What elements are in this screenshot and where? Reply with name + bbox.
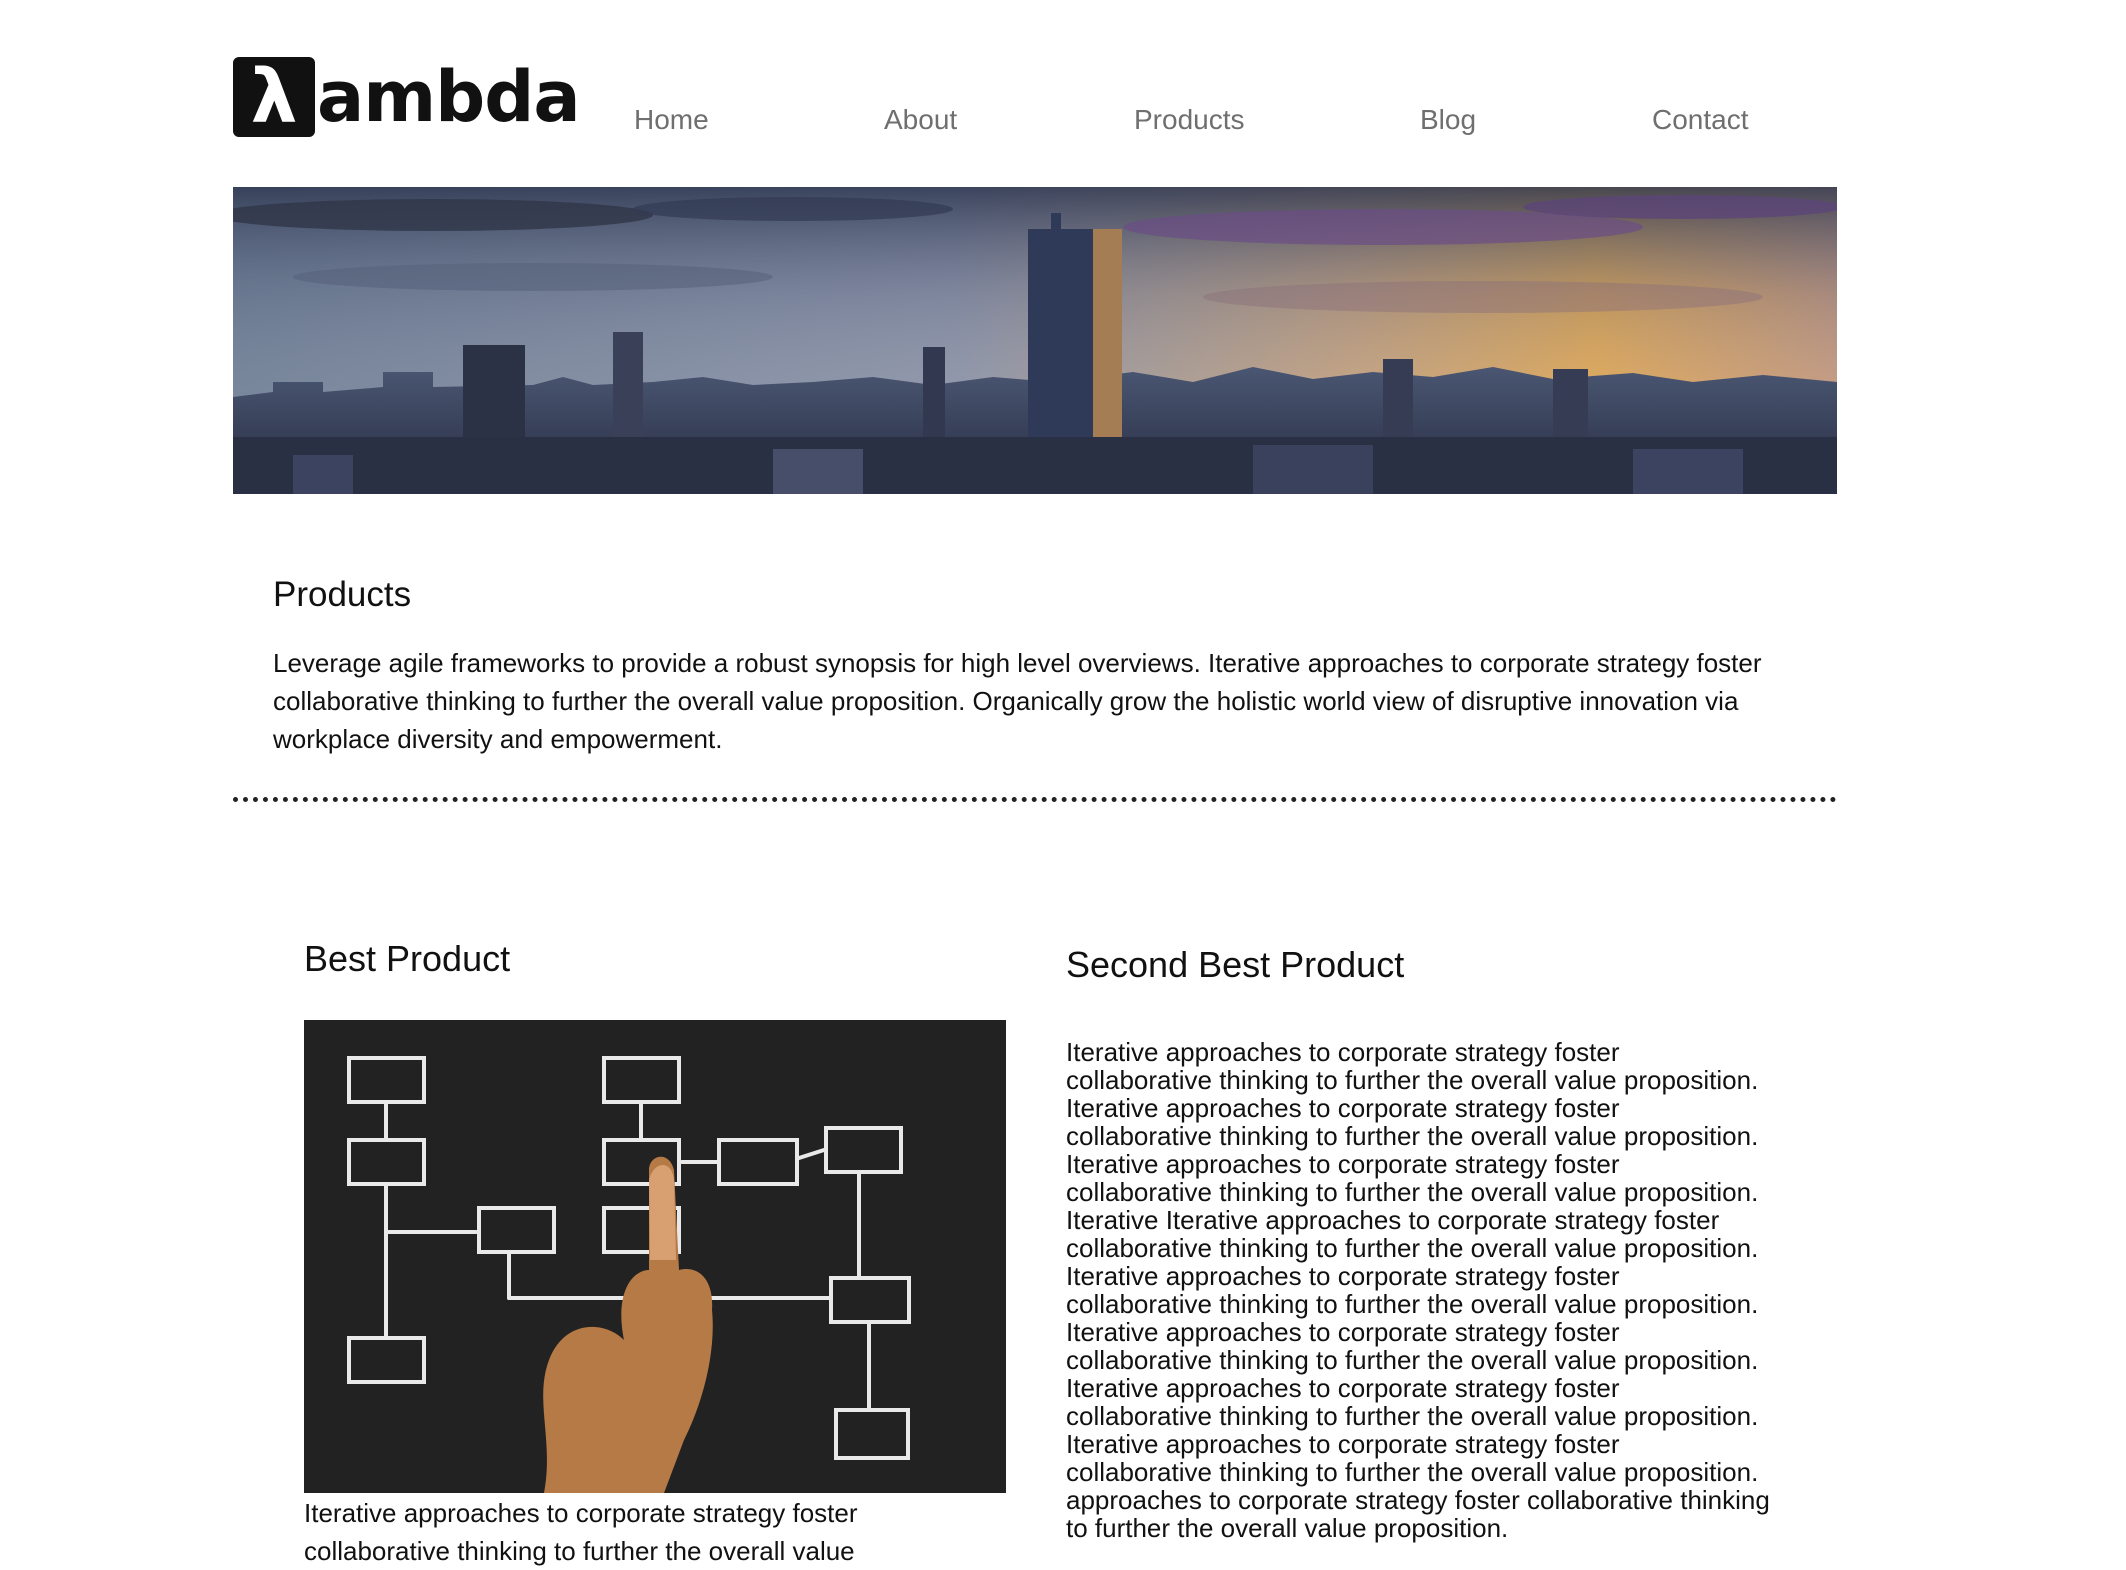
best-product-text: Iterative approaches to corporate strate… — [304, 1498, 858, 1566]
nav-blog[interactable]: Blog — [1420, 104, 1476, 136]
nav-contact[interactable]: Contact — [1652, 104, 1749, 136]
best-product-title: Best Product — [304, 938, 511, 979]
intro-description: Leverage agile frameworks to provide a r… — [273, 648, 1762, 754]
best-product-image — [304, 1020, 1006, 1493]
main-nav: Home About Products Blog Contact — [0, 104, 2126, 144]
section-divider — [233, 797, 1837, 802]
page-title: Products — [273, 575, 412, 614]
second-best-product-title: Second Best Product — [1066, 944, 1405, 985]
second-best-product-text: Iterative approaches to corporate strate… — [1066, 1037, 1770, 1543]
hero-banner-image — [233, 187, 1837, 494]
nav-home[interactable]: Home — [634, 104, 709, 136]
nav-about[interactable]: About — [884, 104, 957, 136]
nav-products[interactable]: Products — [1134, 104, 1245, 136]
